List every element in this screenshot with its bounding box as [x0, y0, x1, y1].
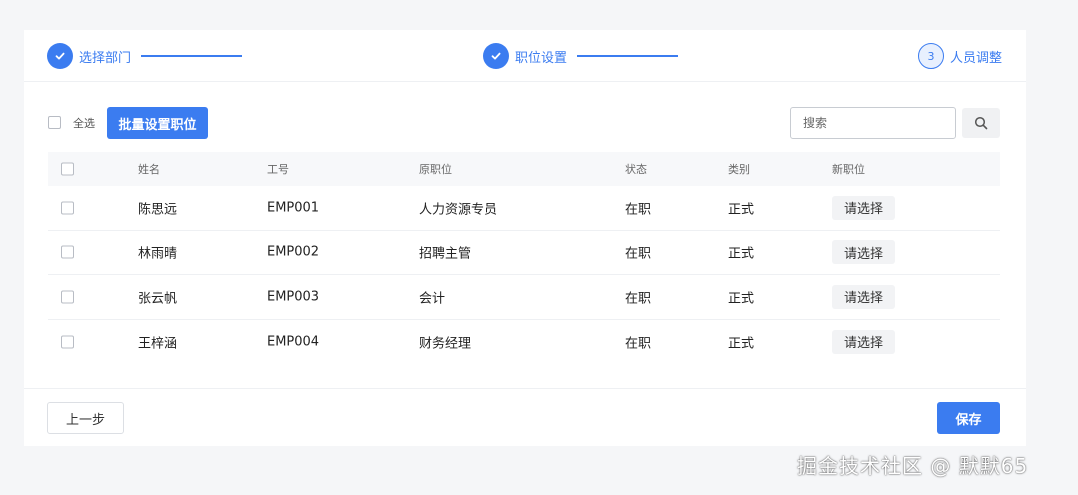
- step-number: 3: [918, 43, 944, 69]
- row-checkbox[interactable]: [61, 335, 74, 349]
- watermark: 掘金技术社区 @ 默默65: [797, 454, 1029, 478]
- search-input[interactable]: [790, 107, 956, 139]
- row-checkbox[interactable]: [61, 201, 74, 215]
- select-all-checkbox[interactable]: [48, 116, 61, 129]
- employee-id: EMP002: [267, 244, 320, 260]
- employee-status: 在职: [625, 246, 652, 262]
- header-checkbox[interactable]: [61, 162, 74, 176]
- employee-status: 在职: [625, 291, 652, 307]
- employee-name: 林雨晴: [138, 246, 178, 262]
- step-staff-adjustment[interactable]: 3 人员调整: [918, 43, 1002, 69]
- step-label: 人员调整: [950, 50, 1003, 66]
- employee-id: EMP003: [267, 289, 320, 305]
- check-icon: [483, 43, 509, 69]
- employee-id: EMP004: [267, 334, 320, 350]
- save-button[interactable]: 保存: [937, 402, 1000, 434]
- search-button[interactable]: [962, 108, 1000, 138]
- employee-status: 在职: [625, 336, 652, 352]
- header-original-position: 原职位: [419, 163, 452, 176]
- step-position-setting[interactable]: 职位设置: [483, 43, 567, 69]
- employee-type: 正式: [728, 246, 755, 262]
- table-header: 姓名 工号 原职位 状态 类别 新职位: [48, 152, 1000, 186]
- header-type: 类别: [728, 163, 750, 176]
- wizard-card: 选择部门 职位设置 3 人员调整 全选 批量设置职位 姓名 工号 原职位: [24, 30, 1026, 446]
- previous-step-button[interactable]: 上一步: [47, 402, 124, 434]
- employee-type: 正式: [728, 291, 755, 307]
- select-new-position-button[interactable]: 请选择: [832, 240, 895, 265]
- footer-bar: 上一步 保存: [24, 388, 1026, 446]
- employee-id: EMP001: [267, 200, 320, 216]
- original-position: 财务经理: [419, 336, 472, 352]
- employee-type: 正式: [728, 202, 755, 218]
- batch-set-position-button[interactable]: 批量设置职位: [107, 107, 208, 139]
- table-row: 陈思远 EMP001 人力资源专员 在职 正式 请选择: [48, 186, 1000, 231]
- header-name: 姓名: [138, 163, 160, 176]
- employee-name: 陈思远: [138, 202, 178, 218]
- check-icon: [47, 43, 73, 69]
- search-icon: [974, 116, 988, 130]
- row-checkbox[interactable]: [61, 290, 74, 304]
- original-position: 会计: [419, 291, 446, 307]
- step-connector: [577, 55, 678, 57]
- step-label: 职位设置: [515, 50, 568, 66]
- table-row: 王梓涵 EMP004 财务经理 在职 正式 请选择: [48, 320, 1000, 365]
- original-position: 人力资源专员: [419, 202, 498, 218]
- table-row: 张云帆 EMP003 会计 在职 正式 请选择: [48, 275, 1000, 320]
- step-select-department[interactable]: 选择部门: [47, 43, 131, 69]
- header-status: 状态: [625, 163, 647, 176]
- header-new-position: 新职位: [832, 163, 865, 176]
- employee-name: 王梓涵: [138, 336, 178, 352]
- header-id: 工号: [267, 163, 289, 176]
- table-row: 林雨晴 EMP002 招聘主管 在职 正式 请选择: [48, 231, 1000, 275]
- employee-type: 正式: [728, 336, 755, 352]
- select-new-position-button[interactable]: 请选择: [832, 329, 895, 354]
- step-connector: [141, 55, 242, 57]
- select-new-position-button[interactable]: 请选择: [832, 284, 895, 309]
- employee-table: 姓名 工号 原职位 状态 类别 新职位 陈思远 EMP001 人力资源专员 在职…: [48, 152, 1000, 364]
- employee-status: 在职: [625, 202, 652, 218]
- row-checkbox[interactable]: [61, 245, 74, 259]
- select-new-position-button[interactable]: 请选择: [832, 195, 895, 220]
- employee-name: 张云帆: [138, 291, 178, 307]
- original-position: 招聘主管: [419, 246, 472, 262]
- select-all-label: 全选: [73, 117, 95, 130]
- step-label: 选择部门: [79, 50, 132, 66]
- steps-bar: 选择部门 职位设置 3 人员调整: [24, 30, 1026, 82]
